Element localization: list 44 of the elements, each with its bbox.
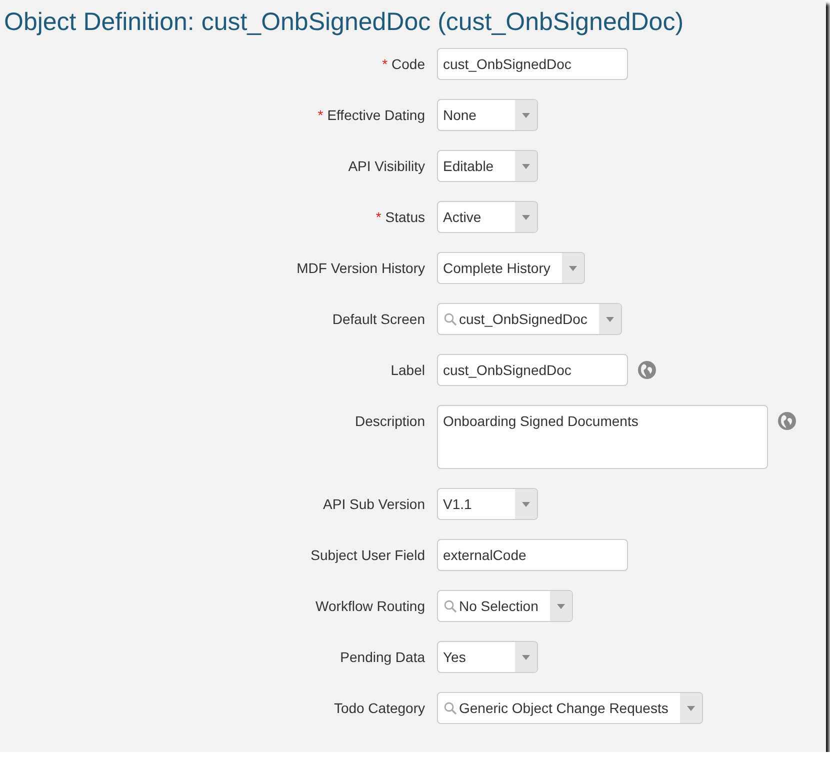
dropdown[interactable]: V1.1	[437, 488, 538, 520]
field-label: Effective Dating	[327, 107, 425, 123]
caret-icon	[522, 112, 530, 118]
field-label: Description	[354, 413, 425, 429]
field-label: Label	[390, 362, 425, 378]
caret-icon	[687, 706, 696, 710]
required-asterisk: *	[318, 107, 324, 123]
dropdown[interactable]: Editable	[437, 150, 538, 182]
caret-icon	[522, 502, 530, 506]
field-label: Pending Data	[340, 649, 425, 665]
caret-icon	[522, 654, 530, 660]
field-label: Default Screen	[332, 311, 425, 327]
dropdown[interactable]: Yes	[437, 641, 538, 673]
text-field[interactable]: externalCode	[437, 539, 628, 571]
text-field[interactable]: cust_OnbSignedDoc	[437, 354, 628, 386]
field-label: Todo Category	[334, 700, 425, 716]
field-label: Code	[392, 56, 425, 72]
field-label: MDF Version History	[296, 260, 425, 276]
search-icon	[444, 702, 457, 714]
required-asterisk: *	[376, 209, 382, 225]
caret-icon	[522, 214, 530, 220]
caret-icon	[522, 164, 530, 168]
caret-icon	[557, 604, 566, 608]
field-label: Status	[385, 209, 425, 225]
globe-icon[interactable]	[638, 361, 656, 379]
text-area[interactable]: Onboarding Signed Documents	[437, 405, 768, 469]
field-label: API Visibility	[348, 158, 425, 174]
page-title: Object Definition: cust_OnbSignedDoc (cust_OnbSignedDoc)	[3, 7, 685, 38]
text-field[interactable]: cust_OnbSignedDoc	[437, 48, 628, 80]
globe-icon[interactable]	[778, 412, 796, 430]
required-asterisk: *	[382, 56, 388, 72]
search-dropdown[interactable]: Generic Object Change Requests	[437, 692, 704, 724]
search-icon	[444, 600, 457, 612]
search-dropdown[interactable]: cust_OnbSignedDoc	[437, 303, 622, 335]
caret-icon	[569, 266, 578, 270]
dropdown[interactable]: Complete History	[437, 252, 586, 284]
dropdown[interactable]: Active	[437, 201, 538, 233]
caret-icon	[606, 316, 614, 322]
field-label: API Sub Version	[323, 496, 425, 512]
search-dropdown[interactable]: No Selection	[437, 590, 574, 622]
dropdown[interactable]: None	[437, 99, 538, 131]
field-label: Workflow Routing	[316, 598, 425, 614]
search-icon	[444, 312, 457, 326]
field-label: Subject User Field	[310, 547, 425, 563]
